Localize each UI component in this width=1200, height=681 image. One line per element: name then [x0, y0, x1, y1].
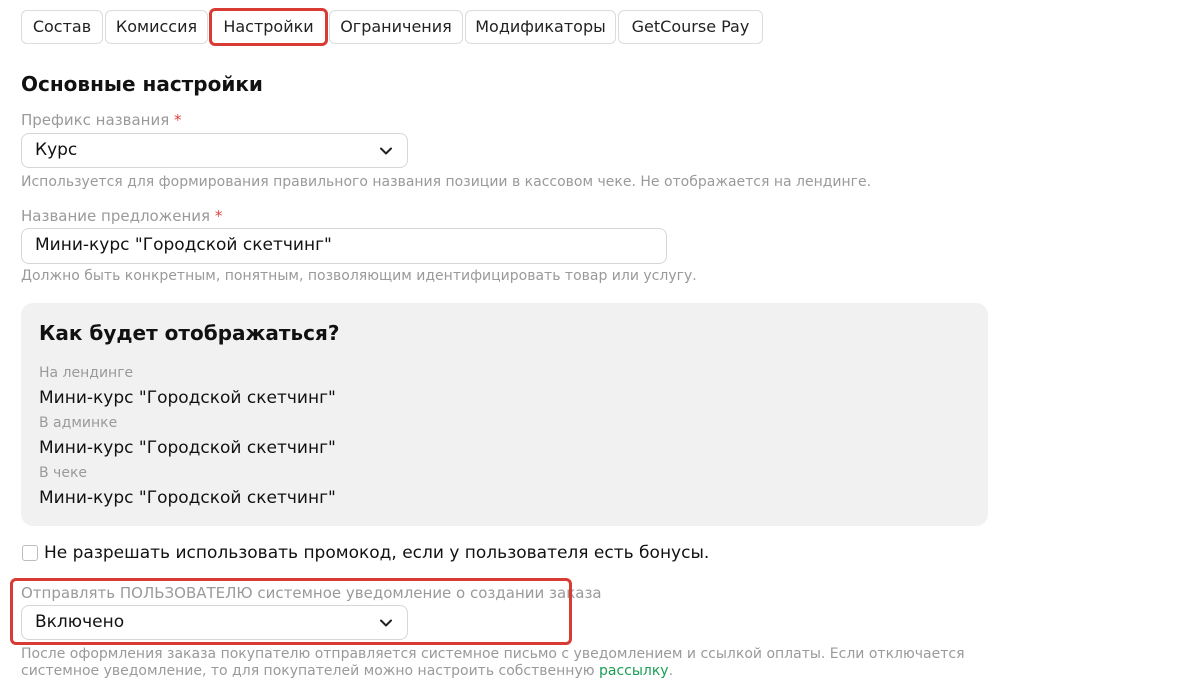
preview-value-landing: Мини-курс "Городской скетчинг" — [39, 388, 336, 408]
notify-select[interactable]: Включено — [21, 605, 408, 640]
prefix-hint: Используется для формирования правильног… — [21, 174, 872, 190]
chevron-down-icon — [380, 619, 392, 627]
required-mark: * — [174, 111, 182, 129]
preview-label-landing: На лендинге — [39, 365, 134, 381]
prefix-label-text: Префикс названия — [21, 111, 170, 129]
promo-checkbox-label[interactable]: Не разрешать использовать промокод, если… — [44, 543, 709, 563]
offer-name-label: Название предложения * — [21, 207, 222, 225]
offer-name-hint: Должно быть конкретным, понятным, позвол… — [21, 268, 697, 284]
tab-composition[interactable]: Состав — [21, 10, 103, 44]
notify-description-line1: После оформления заказа покупателю отпра… — [21, 646, 965, 662]
section-title: Основные настройки — [21, 72, 263, 96]
prefix-label: Префикс названия * — [21, 111, 182, 129]
mailing-link[interactable]: рассылку — [599, 663, 669, 679]
preview-value-receipt: Мини-курс "Городской скетчинг" — [39, 488, 336, 508]
prefix-select[interactable]: Курс — [21, 133, 408, 168]
notify-label: Отправлять ПОЛЬЗОВАТЕЛЮ системное уведом… — [21, 584, 602, 602]
preview-label-admin: В админке — [39, 415, 118, 431]
tab-modifiers[interactable]: Модификаторы — [465, 10, 616, 44]
preview-title: Как будет отображаться? — [39, 321, 340, 345]
notify-description-line2: системное уведомление, то для покупателе… — [21, 663, 673, 679]
notify-description-end: . — [668, 663, 674, 679]
offer-name-label-text: Название предложения — [21, 207, 211, 225]
prefix-select-value: Курс — [35, 140, 78, 160]
notify-description-text: системное уведомление, то для покупателе… — [21, 663, 595, 679]
tab-commission[interactable]: Комиссия — [105, 10, 208, 44]
notify-select-value: Включено — [35, 612, 125, 632]
offer-name-input[interactable]: Мини-курс "Городской скетчинг" — [21, 228, 667, 264]
required-mark: * — [214, 207, 223, 225]
tab-restrictions[interactable]: Ограничения — [329, 10, 463, 44]
preview-label-receipt: В чеке — [39, 465, 88, 481]
tab-settings[interactable]: Настройки — [211, 10, 326, 44]
preview-value-admin: Мини-курс "Городской скетчинг" — [39, 438, 336, 458]
promo-checkbox[interactable] — [22, 545, 38, 561]
tab-getcourse-pay[interactable]: GetCourse Pay — [618, 10, 763, 44]
chevron-down-icon — [380, 147, 392, 155]
